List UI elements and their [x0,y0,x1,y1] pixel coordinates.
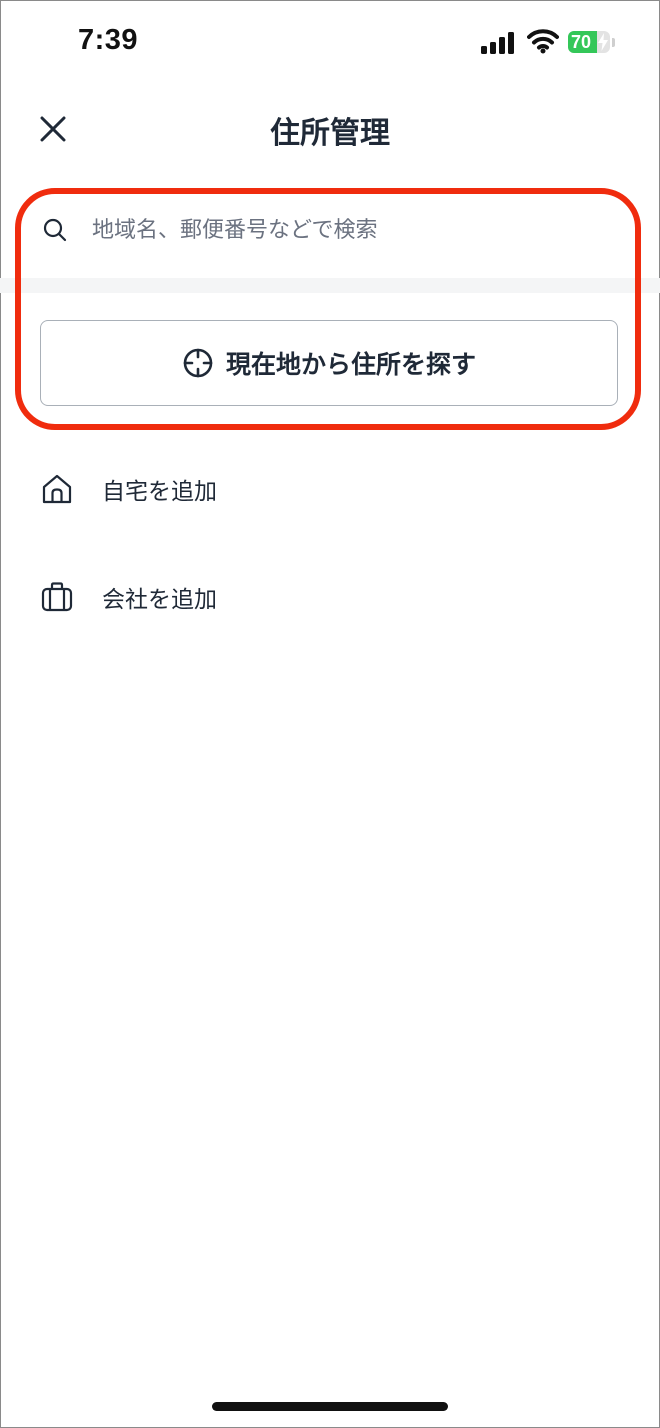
page-title: 住所管理 [270,116,390,151]
add-office-item[interactable]: 会社を追加 [0,558,660,638]
status-bar: 7:39 70 [0,0,660,88]
briefcase-icon [41,582,73,612]
search-icon [43,218,67,242]
charging-bolt-icon [598,33,608,51]
status-time: 7:39 [78,24,139,56]
battery-level: 70 [571,32,592,52]
add-office-label: 会社を追加 [102,587,217,613]
home-icon [42,474,72,504]
search-input[interactable] [92,210,612,250]
battery-icon: 70 [568,31,618,55]
add-home-label: 自宅を追加 [102,479,217,505]
crosshair-icon [183,348,213,378]
home-indicator[interactable] [212,1402,448,1411]
signal-icon [481,32,514,54]
section-divider [0,278,660,293]
locate-button-label: 現在地から住所を探す [225,350,476,379]
locate-current-position-button[interactable]: 現在地から住所を探す [40,320,618,406]
add-home-item[interactable]: 自宅を追加 [0,450,660,530]
search-bar[interactable] [0,192,660,274]
wifi-icon [527,29,559,54]
